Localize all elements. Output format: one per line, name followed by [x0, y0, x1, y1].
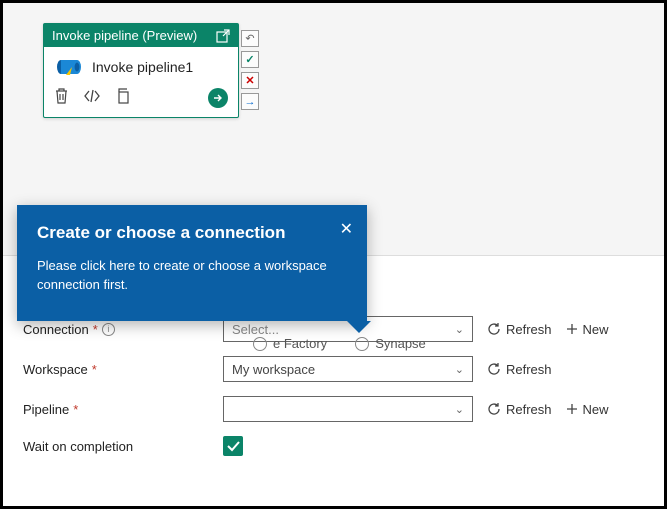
- run-button[interactable]: [208, 88, 228, 108]
- required-mark: *: [73, 402, 78, 417]
- pipeline-new-button[interactable]: New: [566, 402, 609, 417]
- workspace-refresh-button[interactable]: Refresh: [487, 362, 552, 377]
- chevron-down-icon: ⌄: [455, 323, 464, 336]
- teaching-callout: ✕ Create or choose a connection Please c…: [17, 205, 367, 321]
- radio-synapse-label: Synapse: [375, 336, 426, 351]
- code-icon[interactable]: [83, 89, 101, 108]
- callout-close-icon[interactable]: ✕: [340, 219, 353, 239]
- radio-synapse[interactable]: Synapse: [355, 336, 426, 351]
- pipeline-select[interactable]: ⌄: [223, 396, 473, 422]
- radio-data-factory[interactable]: e Factory: [253, 336, 327, 351]
- workspace-select[interactable]: My workspace ⌄: [223, 356, 473, 382]
- success-status-icon[interactable]: ✓: [241, 51, 259, 68]
- copy-icon[interactable]: [115, 88, 130, 109]
- skip-status-icon[interactable]: →: [241, 93, 259, 110]
- delete-icon[interactable]: [54, 87, 69, 109]
- label-pipeline: Pipeline *: [23, 402, 223, 417]
- label-wait: Wait on completion: [23, 439, 223, 454]
- activity-name: Invoke pipeline1: [92, 59, 193, 75]
- connection-new-button[interactable]: New: [566, 322, 609, 337]
- app-frame: Invoke pipeline (Preview): [0, 0, 667, 509]
- wait-checkbox[interactable]: [223, 436, 243, 456]
- activity-header-title: Invoke pipeline (Preview): [52, 28, 197, 43]
- radio-circle-icon: [355, 337, 369, 351]
- callout-title: Create or choose a connection: [37, 223, 347, 243]
- label-connection: Connection * i: [23, 322, 223, 337]
- callout-body: Please click here to create or choose a …: [37, 257, 347, 295]
- row-pipeline: Pipeline * ⌄ Refresh New: [23, 396, 644, 422]
- activity-card[interactable]: Invoke pipeline (Preview): [43, 23, 239, 118]
- radio-circle-icon: [253, 337, 267, 351]
- error-status-icon[interactable]: ✕: [241, 72, 259, 89]
- activity-header: Invoke pipeline (Preview): [44, 24, 238, 47]
- chevron-down-icon: ⌄: [455, 403, 464, 416]
- canvas-side-toolbar: ↶ ✓ ✕ →: [241, 30, 259, 110]
- open-external-icon[interactable]: [216, 29, 230, 43]
- connection-refresh-button[interactable]: Refresh: [487, 322, 552, 337]
- pipeline-refresh-button[interactable]: Refresh: [487, 402, 552, 417]
- workspace-select-value: My workspace: [232, 362, 315, 377]
- required-mark: *: [92, 362, 97, 377]
- connection-select-value: Select...: [232, 322, 279, 337]
- row-wait-on-completion: Wait on completion: [23, 436, 644, 456]
- target-type-radio-group: e Factory Synapse: [253, 336, 426, 351]
- info-icon[interactable]: i: [102, 323, 115, 336]
- activity-toolbar: [44, 83, 238, 117]
- label-workspace: Workspace *: [23, 362, 223, 377]
- pipeline-icon: [56, 57, 82, 77]
- row-workspace: Workspace * My workspace ⌄ Refresh: [23, 356, 644, 382]
- activity-body: Invoke pipeline1: [44, 47, 238, 83]
- chevron-down-icon: ⌄: [455, 363, 464, 376]
- undo-icon[interactable]: ↶: [241, 30, 259, 47]
- radio-factory-label: e Factory: [273, 336, 327, 351]
- required-mark: *: [93, 322, 98, 337]
